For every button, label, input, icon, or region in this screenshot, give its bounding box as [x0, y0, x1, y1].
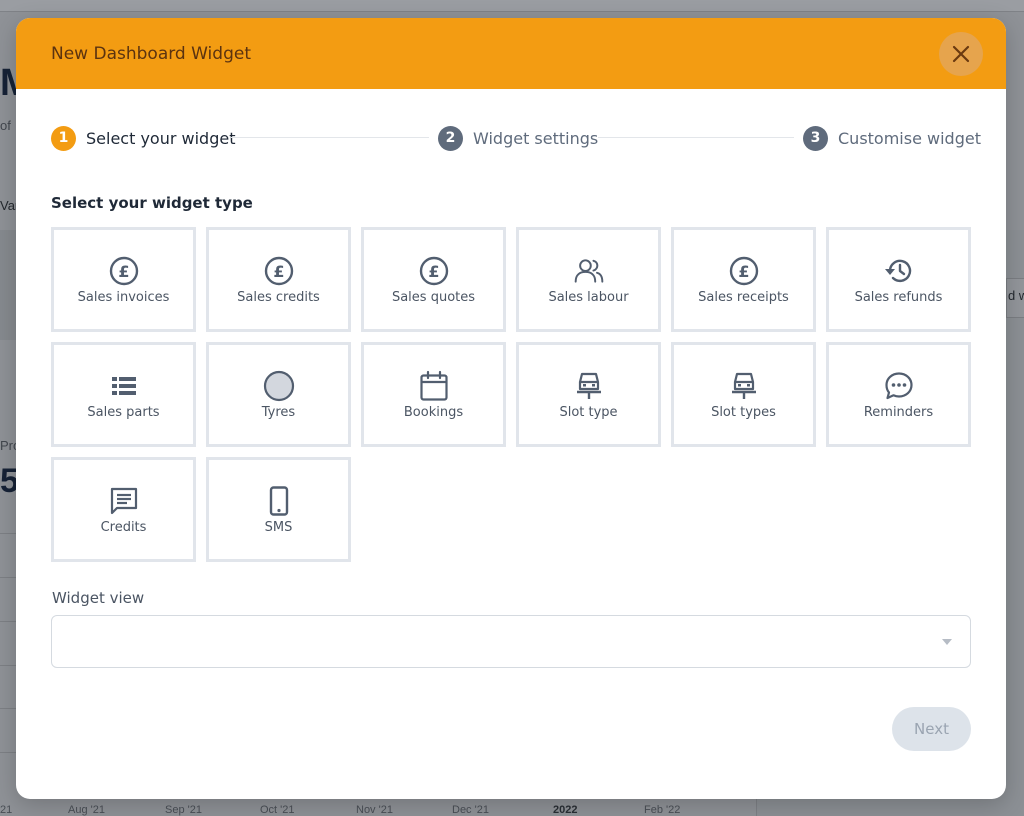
next-button[interactable]: Next [892, 707, 971, 751]
users-icon [573, 255, 605, 287]
step-customise-widget[interactable]: 3 Customise widget [803, 125, 981, 151]
step-connector [231, 137, 429, 138]
section-title: Select your widget type [51, 194, 253, 212]
step-number: 1 [51, 125, 76, 151]
widget-tile-slot-types[interactable]: Slot types [671, 342, 816, 447]
widget-tile-label: Sales parts [87, 404, 160, 420]
svg-text:£: £ [118, 262, 129, 281]
step-number: 3 [803, 125, 828, 151]
widget-tile-tyres[interactable]: Tyres [206, 342, 351, 447]
widget-tile-sms[interactable]: SMS [206, 457, 351, 562]
widget-tile-sales-refunds[interactable]: Sales refunds [826, 227, 971, 332]
background-subtext: of [0, 118, 11, 133]
widget-tile-sales-credits[interactable]: £ Sales credits [206, 227, 351, 332]
car-lift-icon [728, 370, 760, 402]
widget-tile-label: Sales credits [237, 289, 320, 305]
close-button[interactable] [939, 32, 983, 76]
widget-tile-label: Sales receipts [698, 289, 789, 305]
background-axis-label: 21 [0, 804, 13, 816]
widget-tile-label: Bookings [403, 404, 464, 420]
modal-title: New Dashboard Widget [51, 43, 251, 64]
widget-tile-label: Sales refunds [854, 289, 943, 305]
message-icon [108, 485, 140, 517]
phone-icon [263, 485, 295, 517]
widget-tile-label: Sales labour [548, 289, 629, 305]
chat-bubble-icon [883, 370, 915, 402]
widget-tile-sales-quotes[interactable]: £ Sales quotes [361, 227, 506, 332]
widget-tile-slot-type[interactable]: Slot type [516, 342, 661, 447]
widget-tile-sales-receipts[interactable]: £ Sales receipts [671, 227, 816, 332]
widget-tile-label: Slot types [711, 404, 776, 420]
widget-tile-label: Sales quotes [391, 289, 476, 305]
step-label: Customise widget [838, 128, 981, 148]
pound-coin-icon: £ [418, 255, 450, 287]
widget-tile-credits[interactable]: Credits [51, 457, 196, 562]
svg-text:£: £ [738, 262, 749, 281]
widget-tile-reminders[interactable]: Reminders [826, 342, 971, 447]
background-axis-label: Sep '21 [165, 804, 202, 816]
svg-text:£: £ [428, 262, 439, 281]
background-axis-label: 2022 [553, 804, 578, 816]
svg-text:£: £ [273, 262, 284, 281]
background-gridline [0, 533, 16, 534]
background-axis-label: Feb '22 [644, 804, 681, 816]
new-widget-modal: New Dashboard Widget 1 Select your widge… [16, 18, 1006, 799]
widget-tile-sales-parts[interactable]: Sales parts [51, 342, 196, 447]
background-gridline [0, 577, 16, 578]
background-axis-label: Dec '21 [452, 804, 489, 816]
widget-tile-sales-invoices[interactable]: £ Sales invoices [51, 227, 196, 332]
background-gridline [0, 708, 16, 709]
step-select-widget[interactable]: 1 Select your widget [51, 125, 235, 151]
background-axis-label: Nov '21 [356, 804, 393, 816]
widget-view-select[interactable] [51, 615, 971, 668]
chevron-down-icon [942, 639, 952, 645]
step-widget-settings[interactable]: 2 Widget settings [438, 125, 598, 151]
background-gridline [0, 665, 16, 666]
widget-tile-sales-labour[interactable]: Sales labour [516, 227, 661, 332]
background-topbar [0, 0, 1024, 12]
car-lift-icon [573, 370, 605, 402]
pound-coin-icon: £ [728, 255, 760, 287]
widget-tile-label: Sales invoices [77, 289, 170, 305]
close-icon [952, 45, 970, 63]
wizard-stepper: 1 Select your widget 2 Widget settings 3… [51, 125, 981, 151]
background-right-label: d w [1008, 288, 1024, 303]
calendar-icon [418, 370, 450, 402]
step-connector [598, 137, 794, 138]
background-gridline [0, 752, 16, 753]
widget-tile-bookings[interactable]: Bookings [361, 342, 506, 447]
widget-view-label: Widget view [52, 589, 145, 607]
widget-tile-label: Credits [100, 519, 147, 535]
history-icon [883, 255, 915, 287]
widget-tile-label: Reminders [863, 404, 934, 420]
background-axis-label: Oct '21 [260, 804, 295, 816]
background-axis-label: Aug '21 [68, 804, 105, 816]
circle-icon [263, 370, 295, 402]
list-icon [108, 370, 140, 402]
background-gridline [0, 621, 16, 622]
widget-tile-label: Tyres [261, 404, 296, 420]
step-label: Widget settings [473, 128, 599, 148]
pound-coin-icon: £ [108, 255, 140, 287]
modal-header: New Dashboard Widget [16, 18, 1006, 89]
pound-coin-icon: £ [263, 255, 295, 287]
step-label: Select your widget [86, 128, 236, 148]
widget-tile-label: SMS [264, 519, 293, 535]
step-number: 2 [438, 125, 463, 151]
widget-tile-label: Slot type [559, 404, 618, 420]
